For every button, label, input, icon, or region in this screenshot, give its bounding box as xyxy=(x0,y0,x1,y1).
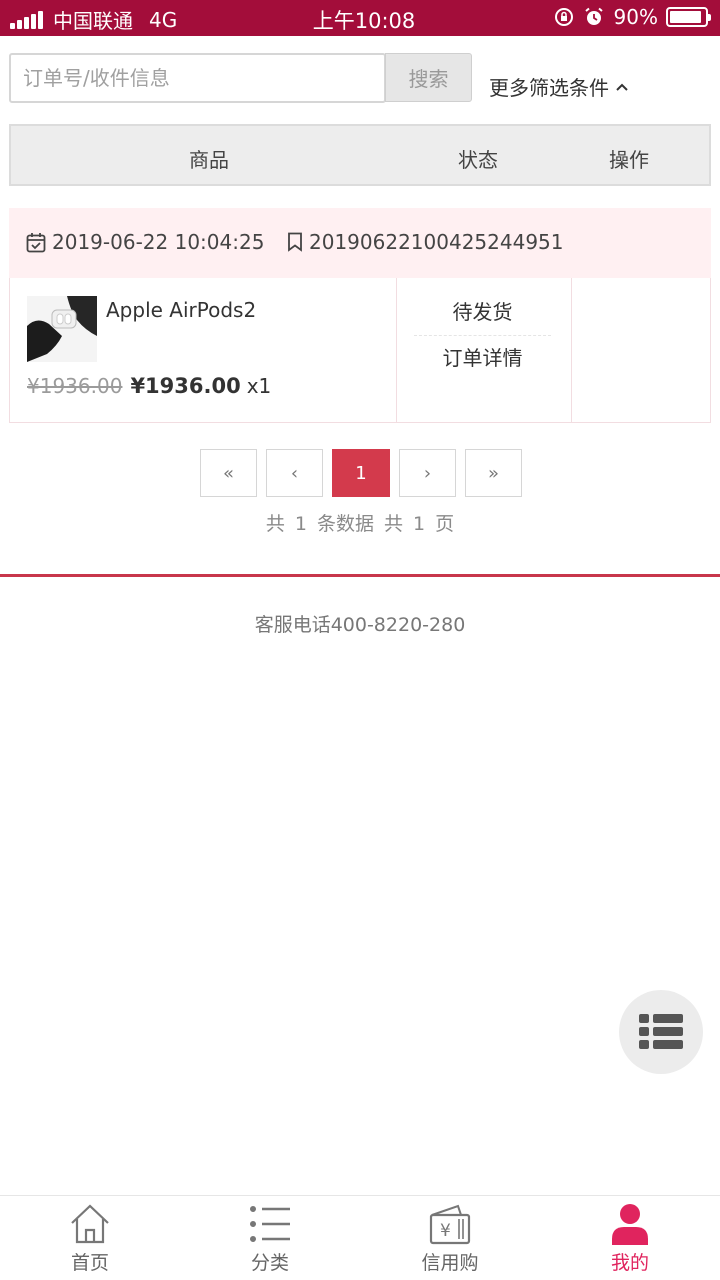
user-icon xyxy=(612,1204,648,1245)
pagination: « ‹ 1 › » xyxy=(200,449,531,497)
tab-mine-label: 我的 xyxy=(610,1252,649,1274)
current-page-button[interactable]: 1 xyxy=(332,449,390,497)
prev-page-button[interactable]: ‹ xyxy=(266,449,323,497)
tab-category-label: 分类 xyxy=(250,1252,289,1274)
column-status: 状态 xyxy=(458,148,498,172)
chevron-up-icon xyxy=(616,83,628,91)
tab-home-label: 首页 xyxy=(70,1252,109,1274)
column-divider xyxy=(571,278,572,422)
tab-home[interactable]: 首页 xyxy=(0,1202,180,1275)
floating-menu-button[interactable] xyxy=(619,990,703,1074)
current-price: ¥1936.00 xyxy=(130,374,241,398)
tab-credit-buy-label: 信用购 xyxy=(421,1252,479,1274)
first-page-button[interactable]: « xyxy=(200,449,257,497)
more-filters-toggle[interactable]: 更多筛选条件 xyxy=(489,72,629,101)
price-row: ¥1936.00 ¥1936.00 x1 xyxy=(27,374,271,398)
order-date: 2019-06-22 10:04:25 xyxy=(52,230,265,254)
customer-service-phone[interactable]: 客服电话400-8220-280 xyxy=(0,610,720,637)
search-input[interactable] xyxy=(9,53,386,103)
more-filters-label: 更多筛选条件 xyxy=(489,76,609,100)
battery-percent: 90% xyxy=(613,5,658,29)
column-product: 商品 xyxy=(189,148,229,172)
product-image[interactable] xyxy=(27,296,97,362)
order-table-header: 商品 状态 操作 xyxy=(9,124,711,186)
product-name[interactable]: Apple AirPods2 xyxy=(106,298,256,322)
tab-credit-buy[interactable]: ¥ 信用购 xyxy=(360,1202,540,1275)
svg-text:¥: ¥ xyxy=(440,1221,451,1241)
column-divider xyxy=(396,278,397,422)
order-status: 待发货 xyxy=(414,296,551,336)
tab-category[interactable]: 分类 xyxy=(180,1202,360,1275)
order-date-group: 2019-06-22 10:04:25 xyxy=(26,230,264,254)
alarm-icon xyxy=(584,7,603,25)
category-list-icon xyxy=(250,1206,290,1242)
pagination-summary: 共 1 条数据 共 1 页 xyxy=(265,513,455,535)
order-number: 20190622100425244951 xyxy=(309,230,564,254)
tab-mine[interactable]: 我的 xyxy=(540,1202,720,1275)
order-detail-link[interactable]: 订单详情 xyxy=(414,342,551,371)
order-item: Apple AirPods2 ¥1936.00 ¥1936.00 x1 待发货 … xyxy=(9,278,711,423)
original-price: ¥1936.00 xyxy=(27,374,123,398)
credit-buy-icon: ¥ xyxy=(429,1204,471,1245)
bookmark-icon xyxy=(288,232,302,252)
next-page-button[interactable]: › xyxy=(399,449,456,497)
order-number-group: 20190622100425244951 xyxy=(287,230,564,254)
calendar-icon xyxy=(26,232,46,252)
list-menu-icon xyxy=(639,1014,683,1049)
bottom-tab-bar: 首页 分类 ¥ 信用购 我的 xyxy=(0,1195,720,1280)
home-icon xyxy=(71,1204,109,1244)
search-button[interactable]: 搜索 xyxy=(385,53,472,102)
battery-icon xyxy=(666,7,711,27)
last-page-button[interactable]: » xyxy=(465,449,522,497)
quantity: x1 xyxy=(246,374,272,398)
status-bar: 中国联通 4G 上午10:08 90% xyxy=(0,0,720,36)
footer-divider xyxy=(0,574,720,577)
column-action: 操作 xyxy=(609,148,649,172)
rotation-lock-icon xyxy=(554,8,573,26)
order-header: 2019-06-22 10:04:25 20190622100425244951 xyxy=(9,208,711,278)
